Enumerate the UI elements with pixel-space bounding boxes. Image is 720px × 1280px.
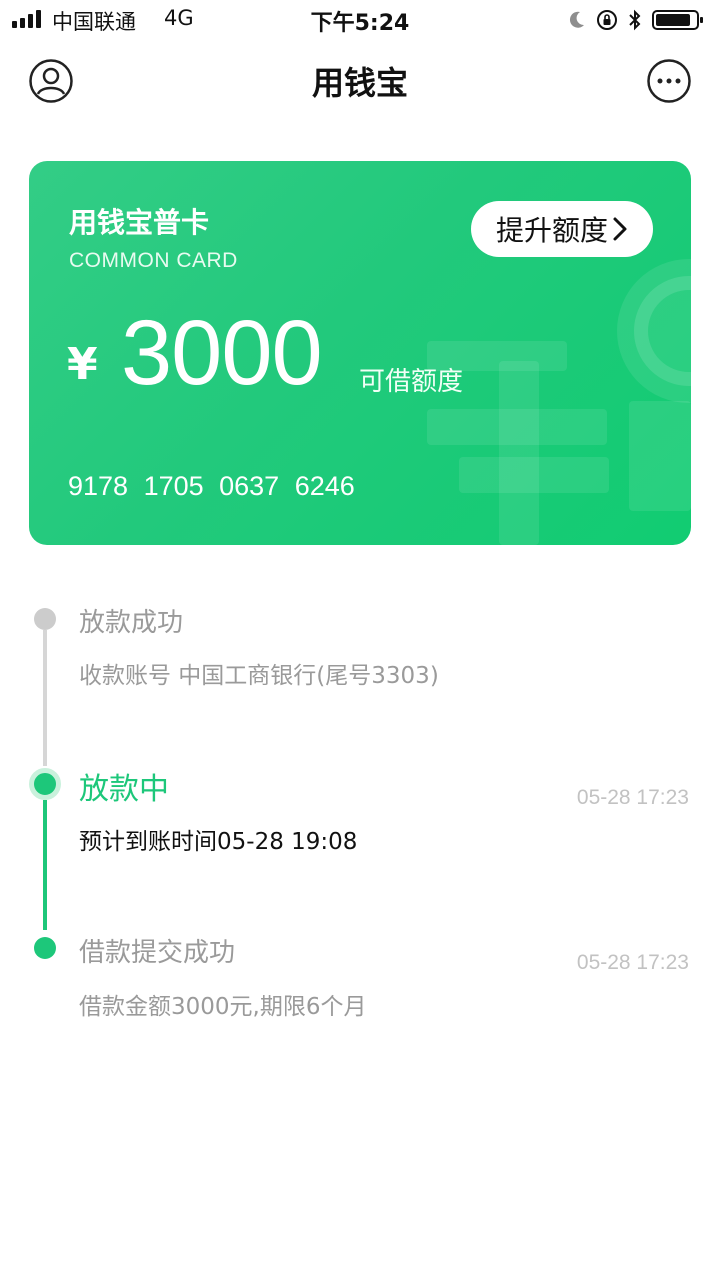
timeline-step-time: 05-28 17:23 <box>576 786 689 809</box>
timeline-step-time: 05-28 17:23 <box>576 951 689 974</box>
timeline-step-title: 放款成功 <box>79 608 184 638</box>
card-name: 用钱宝普卡 <box>69 206 210 239</box>
timeline-step-desc: 预计到账时间05-28 19:08 <box>79 829 358 855</box>
timeline-dot-active <box>29 768 61 800</box>
currency-symbol: ¥ <box>67 339 98 390</box>
card-subtitle: COMMON CARD <box>69 249 238 272</box>
credit-amount: 3000 <box>121 302 323 404</box>
timeline-connector <box>43 630 47 766</box>
timeline-step-title: 借款提交成功 <box>79 938 236 968</box>
status-icons <box>568 8 704 32</box>
credit-card[interactable]: 用钱宝普卡 COMMON CARD 提升额度 ¥ 3000 可借额度 9178 … <box>29 161 691 545</box>
timeline-dot <box>34 608 56 630</box>
moon-icon <box>569 11 584 28</box>
timeline-step-desc: 收款账号 中国工商银行(尾号3303) <box>79 663 439 689</box>
chevron-right-icon <box>613 217 627 241</box>
credit-amount-label: 可借额度 <box>359 367 464 397</box>
timeline-step-desc: 借款金额3000元,期限6个月 <box>79 994 367 1020</box>
battery-icon <box>652 10 703 30</box>
bluetooth-icon <box>629 9 641 31</box>
rotation-lock-icon <box>597 10 617 30</box>
nav-bar: 用钱宝 <box>0 40 720 124</box>
timeline-dot <box>34 937 56 959</box>
page-title: 用钱宝 <box>311 64 408 102</box>
more-icon[interactable] <box>647 59 691 103</box>
status-bar: 中国联通 4G 下午5:24 <box>0 0 720 40</box>
card-number: 9178 1705 0637 6246 <box>68 471 355 501</box>
upgrade-limit-label: 提升额度 <box>495 214 608 247</box>
timeline-connector <box>43 800 47 930</box>
timeline-step-title: 放款中 <box>79 772 169 807</box>
upgrade-limit-button[interactable]: 提升额度 <box>471 201 653 257</box>
